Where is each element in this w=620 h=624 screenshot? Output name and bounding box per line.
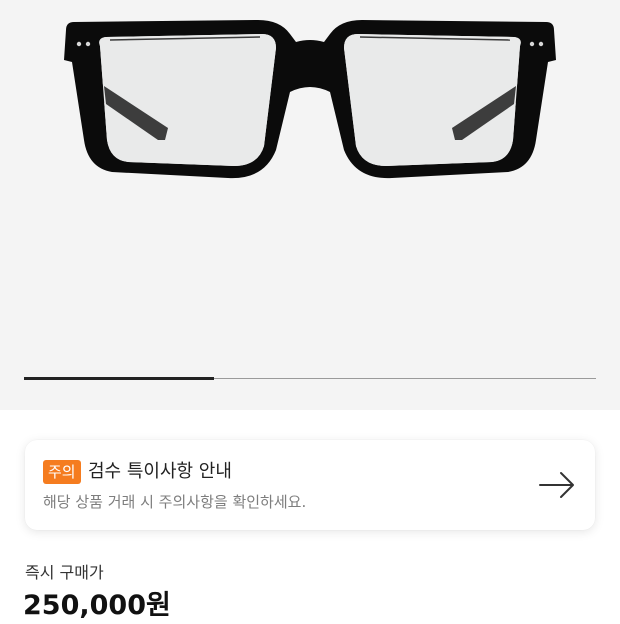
inspection-notice-card[interactable]: 주의 검수 특이사항 안내 해당 상품 거래 시 주의사항을 확인하세요. (25, 440, 595, 530)
buy-now-price-value: 250,000원 (23, 590, 171, 621)
carousel-progress-track (24, 377, 596, 380)
buy-now-price-label: 즉시 구매가 (25, 563, 104, 582)
notice-description: 해당 상품 거래 시 주의사항을 확인하세요. (43, 493, 307, 511)
arrow-right-icon[interactable] (537, 470, 577, 500)
carousel-progress-fill (24, 377, 215, 380)
notice-title: 검수 특이사항 안내 (88, 461, 232, 482)
product-image (64, 20, 556, 179)
product-gallery[interactable] (0, 0, 620, 410)
warning-badge: 주의 (43, 460, 81, 484)
